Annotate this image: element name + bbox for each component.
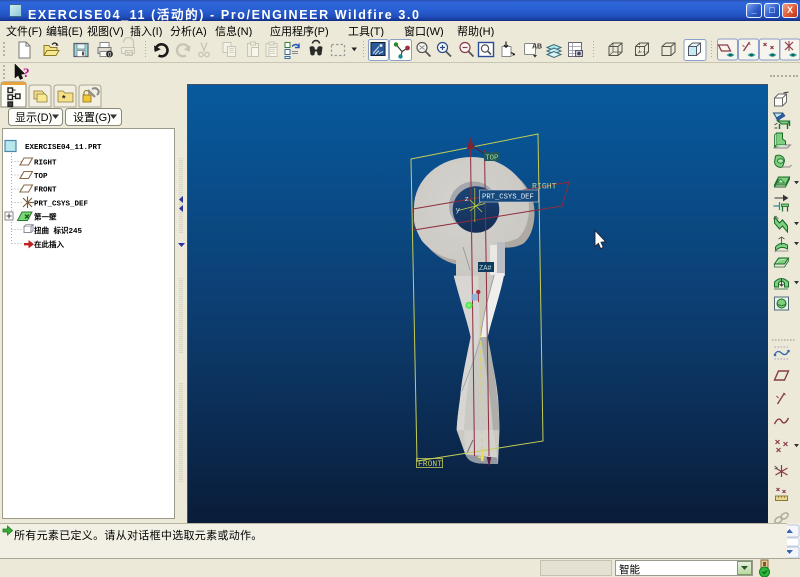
svg-text:?: ? [23,65,30,80]
svg-text:ZA#: ZA# [479,265,492,273]
svg-text:扭曲 标识245: 扭曲 标识245 [34,225,83,236]
svg-text:第一壁: 第一壁 [34,212,57,223]
svg-text:z: z [465,196,470,204]
svg-text:y: y [456,207,461,215]
svg-text:FRONT: FRONT [418,460,442,469]
svg-text:设置(G): 设置(G) [73,111,111,124]
svg-text:FRONT: FRONT [34,187,57,195]
svg-text:PRT_CSYS_DEF: PRT_CSYS_DEF [482,194,534,202]
svg-text:TOP: TOP [485,155,498,163]
svg-text:*: * [62,94,66,104]
svg-text:RIGHT: RIGHT [34,160,57,168]
svg-text:显示(D): 显示(D) [15,111,52,124]
svg-text:在此插入: 在此插入 [34,239,64,250]
svg-text:RIGHT: RIGHT [532,183,557,192]
svg-text:AB: AB [532,44,542,51]
svg-text:PRT_CSYS_DEF: PRT_CSYS_DEF [34,201,89,209]
svg-text:EXERCISE04_11.PRT: EXERCISE04_11.PRT [25,144,102,152]
svg-text:TOP: TOP [34,173,48,181]
